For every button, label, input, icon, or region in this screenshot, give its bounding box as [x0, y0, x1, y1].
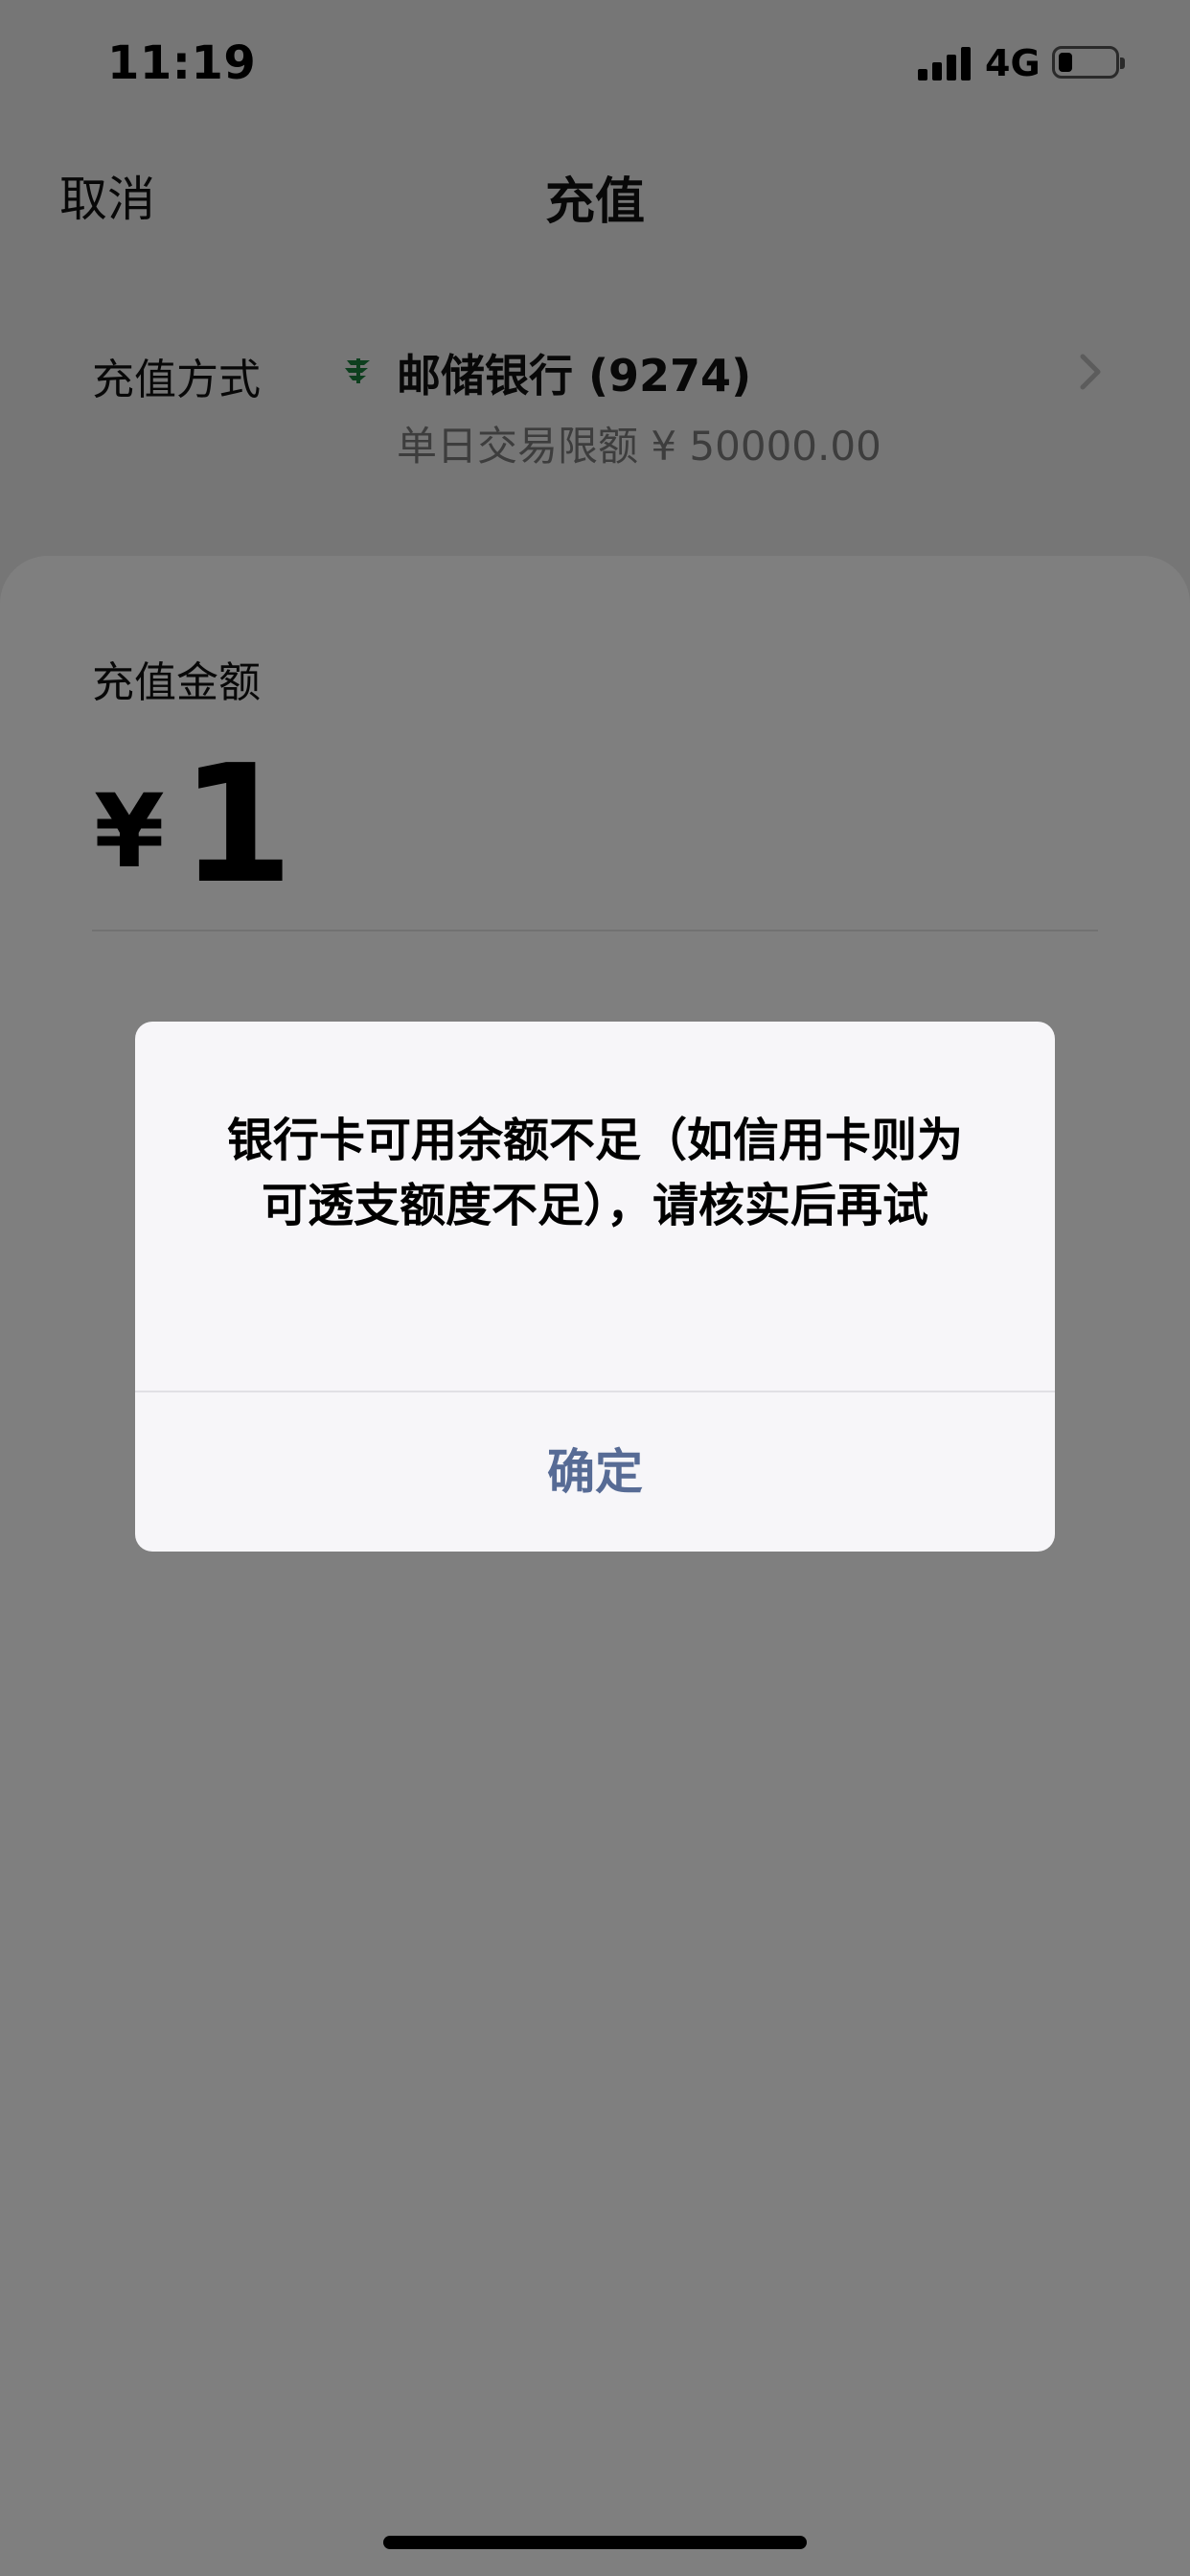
home-indicator[interactable] [383, 2536, 807, 2549]
alert-dialog: 银行卡可用余额不足（如信用卡则为可透支额度不足），请核实后再试 确定 [135, 1022, 1055, 1552]
dialog-message: 银行卡可用余额不足（如信用卡则为可透支额度不足），请核实后再试 [226, 1114, 963, 1232]
confirm-button[interactable]: 确定 [135, 1392, 1055, 1552]
